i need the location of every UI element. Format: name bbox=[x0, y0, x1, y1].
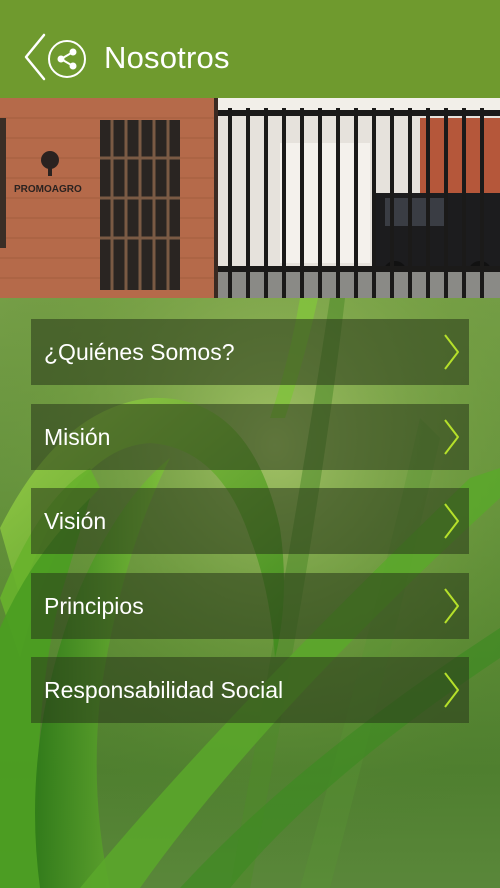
screen: PROMOAGRO Nosotros ¿Quiénes Somos? Misió… bbox=[0, 0, 500, 888]
share-button[interactable] bbox=[47, 39, 87, 79]
section-menu: ¿Quiénes Somos? Misión Visión Principios… bbox=[31, 319, 469, 742]
chevron-right-icon bbox=[444, 418, 459, 455]
building-sign-text: PROMOAGRO bbox=[14, 184, 82, 195]
menu-item-label: Misión bbox=[44, 423, 111, 450]
chevron-right-icon bbox=[444, 503, 459, 539]
page-title: Nosotros bbox=[104, 40, 230, 75]
menu-item-vision[interactable]: Visión bbox=[31, 488, 469, 554]
menu-item-label: Visión bbox=[44, 508, 107, 534]
building-photo: PROMOAGRO bbox=[0, 98, 500, 298]
menu-item-quienes-somos[interactable]: ¿Quiénes Somos? bbox=[31, 319, 469, 385]
chevron-left-icon bbox=[24, 33, 46, 81]
chevron-right-icon bbox=[444, 334, 459, 370]
menu-item-label: ¿Quiénes Somos? bbox=[44, 339, 235, 365]
back-button[interactable] bbox=[20, 32, 50, 82]
menu-item-label: Responsabilidad Social bbox=[44, 677, 284, 703]
menu-item-responsabilidad-social[interactable]: Responsabilidad Social bbox=[31, 657, 469, 723]
chevron-right-icon bbox=[444, 672, 459, 708]
menu-item-label: Principios bbox=[44, 592, 144, 619]
menu-item-mision[interactable]: Misión bbox=[31, 403, 469, 470]
nav-header: Nosotros bbox=[0, 0, 500, 98]
header-photo: PROMOAGRO bbox=[0, 98, 500, 298]
share-icon bbox=[48, 40, 86, 78]
menu-item-principios[interactable]: Principios bbox=[31, 572, 469, 639]
chevron-right-icon bbox=[444, 587, 459, 624]
